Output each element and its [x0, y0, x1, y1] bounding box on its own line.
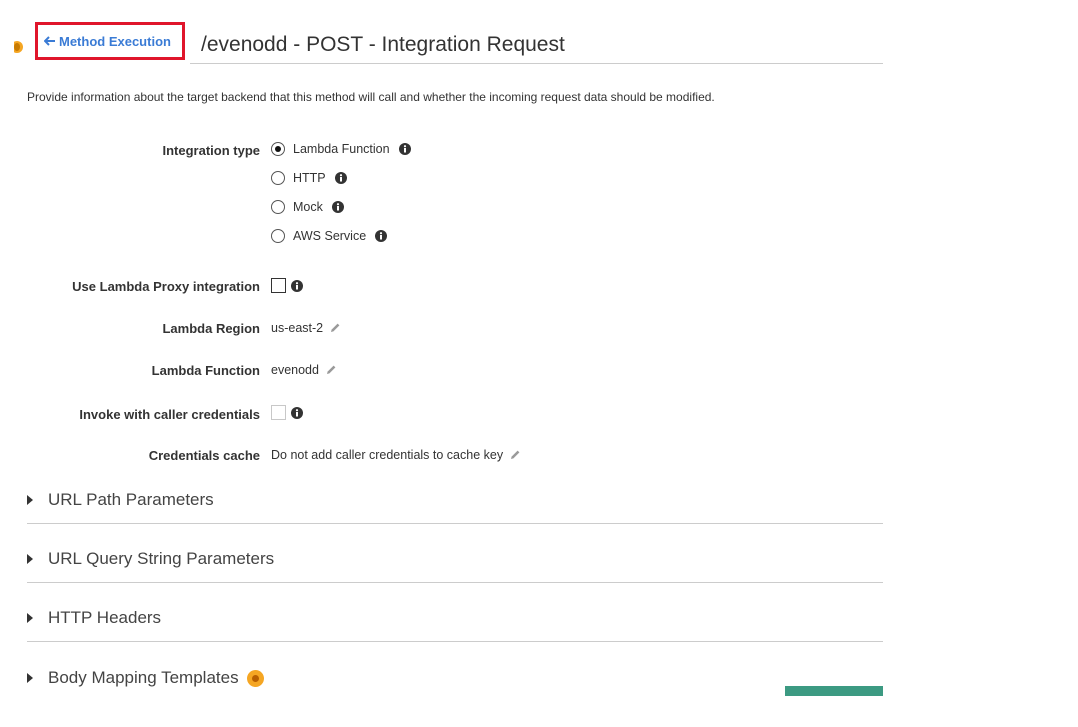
- section-title: URL Query String Parameters: [48, 549, 275, 568]
- status-indicator-icon: [14, 41, 23, 53]
- section-title: Body Mapping Templates: [48, 668, 239, 687]
- radio-button[interactable]: [271, 200, 285, 214]
- radio-label: Lambda Function: [293, 142, 390, 156]
- lambda-proxy-control: [271, 278, 303, 293]
- integration-type-label: Integration type: [162, 143, 260, 158]
- page-title: /evenodd - POST - Integration Request: [201, 33, 565, 56]
- lambda-region-label: Lambda Region: [162, 321, 260, 336]
- radio-button[interactable]: [271, 142, 285, 156]
- arrow-left-icon: [44, 36, 55, 46]
- section-header[interactable]: URL Query String Parameters: [27, 549, 883, 569]
- method-execution-highlight: Method Execution: [35, 22, 185, 60]
- info-icon[interactable]: [334, 172, 347, 184]
- pencil-icon[interactable]: [329, 322, 341, 334]
- lambda-function-label: Lambda Function: [151, 363, 260, 378]
- invoke-caller-control: [271, 405, 303, 420]
- section-header[interactable]: URL Path Parameters: [27, 490, 883, 510]
- lambda-function-value: evenodd: [271, 363, 319, 377]
- info-icon[interactable]: [375, 230, 388, 242]
- lambda-proxy-checkbox[interactable]: [271, 278, 286, 293]
- caret-right-icon: [27, 613, 33, 623]
- radio-label: HTTP: [293, 171, 326, 185]
- lambda-proxy-label: Use Lambda Proxy integration: [72, 279, 260, 294]
- caret-right-icon: [27, 495, 33, 505]
- section-header[interactable]: HTTP Headers: [27, 608, 883, 628]
- section-http-headers[interactable]: HTTP Headers: [27, 608, 883, 628]
- section-title: URL Path Parameters: [48, 490, 214, 509]
- radio-label: AWS Service: [293, 229, 367, 243]
- info-icon[interactable]: [331, 201, 344, 213]
- radio-http[interactable]: HTTP: [271, 171, 347, 185]
- info-icon[interactable]: [291, 406, 303, 419]
- warning-dot-icon: [246, 669, 264, 687]
- credentials-cache-value-row: Do not add caller credentials to cache k…: [271, 448, 521, 462]
- section-body-mapping-templates[interactable]: Body Mapping Templates: [27, 668, 883, 688]
- info-icon[interactable]: [398, 143, 411, 155]
- section-title: HTTP Headers: [48, 608, 162, 627]
- invoke-caller-label: Invoke with caller credentials: [79, 407, 260, 422]
- invoke-caller-checkbox[interactable]: [271, 405, 286, 420]
- info-icon[interactable]: [291, 279, 303, 292]
- credentials-cache-value: Do not add caller credentials to cache k…: [271, 448, 504, 462]
- credentials-cache-label: Credentials cache: [148, 448, 260, 463]
- save-button[interactable]: [785, 686, 883, 696]
- radio-label: Mock: [293, 200, 323, 214]
- lambda-function-value-row: evenodd: [271, 363, 337, 377]
- caret-right-icon: [27, 673, 33, 683]
- section-divider: [27, 582, 883, 583]
- section-header[interactable]: Body Mapping Templates: [27, 668, 883, 688]
- caret-right-icon: [27, 554, 33, 564]
- section-url-path-parameters[interactable]: URL Path Parameters: [27, 490, 883, 510]
- radio-mock[interactable]: Mock: [271, 200, 344, 214]
- radio-lambda-function[interactable]: Lambda Function: [271, 142, 411, 156]
- method-execution-label: Method Execution: [59, 33, 171, 49]
- radio-button[interactable]: [271, 229, 285, 243]
- radio-aws-service[interactable]: AWS Service: [271, 229, 388, 243]
- title-divider: [190, 63, 883, 64]
- section-divider: [27, 641, 883, 642]
- method-execution-link[interactable]: Method Execution: [44, 34, 171, 49]
- section-divider: [27, 523, 883, 524]
- pencil-icon[interactable]: [509, 449, 521, 461]
- radio-button[interactable]: [271, 171, 285, 185]
- pencil-icon[interactable]: [325, 364, 337, 376]
- section-url-query-string-parameters[interactable]: URL Query String Parameters: [27, 549, 883, 569]
- page-description: Provide information about the target bac…: [27, 90, 715, 104]
- lambda-region-value: us-east-2: [271, 321, 324, 335]
- lambda-region-value-row: us-east-2: [271, 321, 341, 335]
